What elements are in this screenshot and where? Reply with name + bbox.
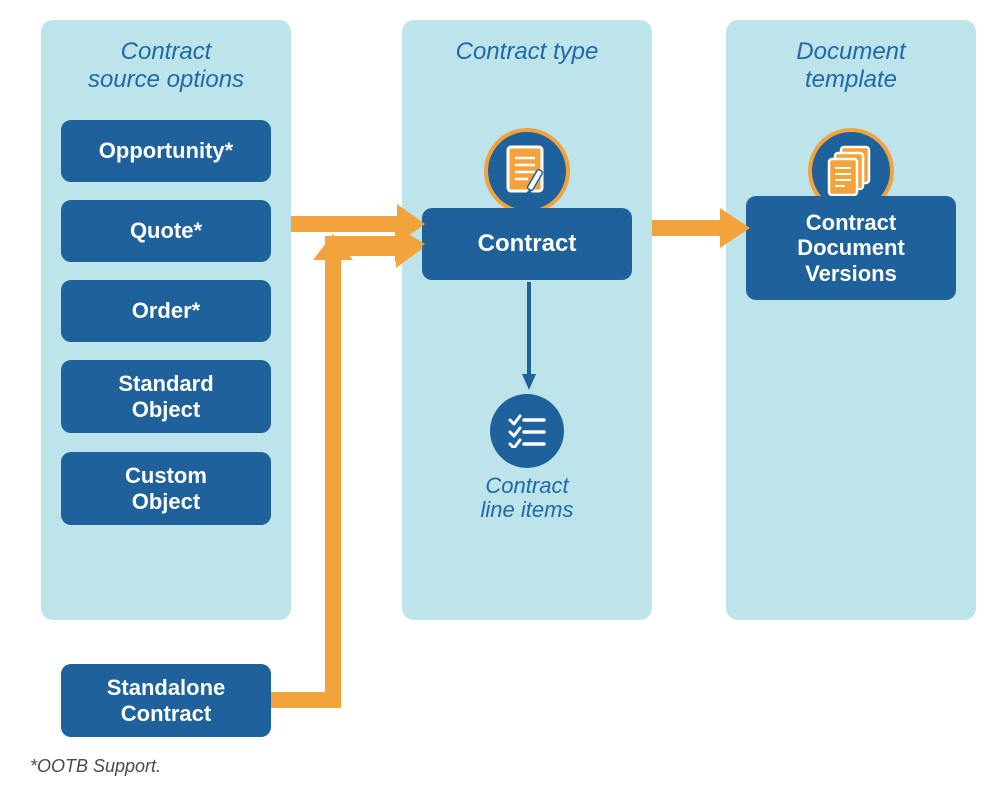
panel-template-title: Documenttemplate [726, 20, 976, 107]
panel-document-template: Documenttemplate ContractDocumentVersion… [726, 20, 976, 620]
contract-icon-circle [484, 128, 570, 214]
arrow-contract-to-line-items [522, 282, 536, 392]
panel-contract-type: Contract type Contract Contractline item… [402, 20, 652, 620]
source-item-quote: Quote* [61, 200, 271, 262]
doc-versions-pill: ContractDocumentVersions [746, 196, 956, 300]
line-items-label: Contractline items [462, 474, 592, 522]
arrow-standalone-elbow [271, 232, 431, 712]
source-item-opportunity: Opportunity* [61, 120, 271, 182]
checklist-icon [508, 414, 546, 448]
source-item-custom-object: CustomObject [61, 452, 271, 525]
contract-pill: Contract [422, 208, 632, 280]
line-items-icon-circle [490, 394, 564, 468]
panel-source-title: Contractsource options [41, 20, 291, 107]
standalone-contract: StandaloneContract [61, 664, 271, 737]
panel-type-title: Contract type [402, 20, 652, 80]
footnote-ootb: *OOTB Support. [30, 756, 161, 777]
documents-stack-icon [825, 145, 877, 197]
source-item-standard-object: StandardObject [61, 360, 271, 433]
arrow-contract-to-docversions [652, 206, 752, 250]
document-edit-icon [504, 145, 550, 197]
source-item-order: Order* [61, 280, 271, 342]
panel-source-options: Contractsource options Opportunity* Quot… [41, 20, 291, 620]
